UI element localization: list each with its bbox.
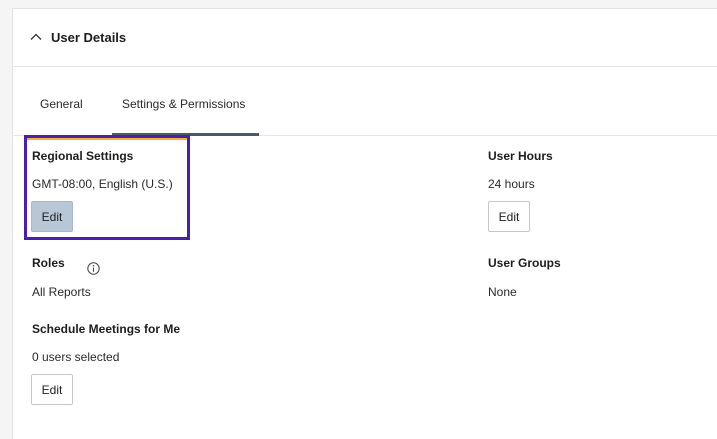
tab-bar: General Settings & Permissions [13,67,717,136]
user-hours-edit-button[interactable]: Edit [488,201,530,232]
regional-settings-value: GMT-08:00, English (U.S.) [32,177,173,191]
user-hours-title: User Hours [488,149,553,163]
user-details-panel: User Details General Settings & Permissi… [12,8,717,439]
user-details-header[interactable]: User Details [13,9,717,67]
info-icon[interactable] [87,262,100,275]
user-groups-value: None [488,285,517,299]
schedule-meetings-value: 0 users selected [32,350,120,364]
user-hours-value: 24 hours [488,177,535,191]
schedule-meetings-title: Schedule Meetings for Me [32,322,181,336]
user-groups-title: User Groups [488,256,561,270]
tab-settings-permissions[interactable]: Settings & Permissions [122,97,245,111]
highlight-accent-line [27,138,187,140]
section-title-user-details: User Details [51,30,127,45]
tab-general[interactable]: General [40,97,83,111]
active-tab-indicator [112,133,259,136]
regional-settings-edit-button[interactable]: Edit [31,201,73,232]
regional-settings-title: Regional Settings [32,149,134,163]
roles-value: All Reports [32,285,91,299]
chevron-up-icon[interactable] [30,31,42,43]
schedule-meetings-edit-button[interactable]: Edit [31,374,73,405]
roles-title: Roles [32,256,65,270]
